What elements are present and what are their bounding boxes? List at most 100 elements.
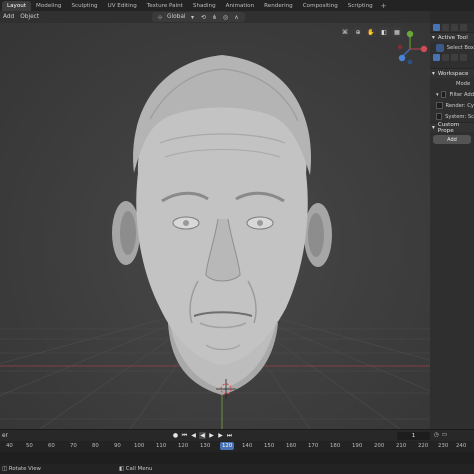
render-checkbox[interactable] [436, 102, 443, 109]
tab-sculpting[interactable]: Sculpting [66, 1, 102, 11]
mouse-right-icon: ◧ [118, 466, 125, 472]
viewport-navigation-tools: ⌘ ⊕ ✋ ◧ ▦ [340, 27, 402, 37]
select-mode-strip [430, 53, 474, 62]
prev-keyframe-icon[interactable]: ◀ [190, 432, 197, 439]
ruler-tick: 230 [438, 443, 449, 449]
select-box-row[interactable]: Select Box [430, 42, 474, 53]
camera-view-icon[interactable]: ◧ [379, 27, 389, 37]
filter-addons-row[interactable]: ▾ Filter Add [430, 89, 474, 100]
ruler-tick: 130 [200, 443, 211, 449]
tab-scripting[interactable]: Scripting [343, 1, 378, 11]
system-label: System: Sc [445, 113, 474, 120]
3d-viewport[interactable]: ⌘ ⊕ ✋ ◧ ▦ [0, 23, 430, 429]
transform-orientation-dropdown[interactable]: ⊹ Global ▾ ⟲ ⋔ ◎ ∧ [152, 12, 245, 22]
ruler-tick: 50 [26, 443, 33, 449]
add-property-button[interactable]: Add [433, 135, 471, 144]
chevron-down-icon: ▾ [432, 124, 435, 131]
next-keyframe-icon[interactable]: ▶ [217, 432, 224, 439]
filter-checkbox[interactable] [440, 91, 447, 98]
material-mode-icon[interactable] [451, 24, 458, 31]
playback-controls: ● ⏮ ◀ ◀ ▶ ▶ ⏭ [172, 432, 233, 439]
ruler-tick: 200 [374, 443, 385, 449]
timeline-ruler[interactable]: 40 50 60 70 80 90 100 110 120 130 120 14… [0, 441, 474, 452]
jump-start-icon[interactable]: ⏮ [181, 432, 188, 439]
system-row[interactable]: System: Sc [430, 111, 474, 122]
solid-mode-icon[interactable] [442, 24, 449, 31]
ruler-tick: 100 [134, 443, 145, 449]
select-subtract-icon[interactable] [451, 54, 458, 61]
custom-properties-title: Custom Prope [437, 121, 460, 134]
mode-row[interactable]: Mode [430, 78, 474, 89]
head-model[interactable] [112, 55, 332, 395]
tab-shading[interactable]: Shading [188, 1, 221, 11]
sidebar-mode-strip [430, 23, 474, 32]
custom-properties-header[interactable]: ▾ Custom Prope [430, 121, 474, 134]
timeline-area[interactable] [0, 452, 474, 464]
navigation-gizmo[interactable] [398, 29, 428, 69]
ruler-tick: 220 [418, 443, 429, 449]
tab-modeling[interactable]: Modeling [31, 1, 66, 11]
ruler-tick: 240 [456, 443, 467, 449]
tab-layout[interactable]: Layout [2, 0, 32, 11]
start-frame-icon[interactable]: ▭ [442, 432, 447, 438]
ruler-tick: 40 [6, 443, 13, 449]
current-frame-field[interactable]: 1 [397, 432, 430, 440]
render-row[interactable]: Render: Cy [430, 100, 474, 111]
tab-uv-editing[interactable]: UV Editing [103, 1, 142, 11]
orientation-icon: ⊹ [157, 13, 163, 21]
ruler-tick: 150 [264, 443, 275, 449]
zoom-icon[interactable]: ⊕ [353, 27, 363, 37]
menu-object[interactable]: Object [20, 14, 39, 20]
select-invert-icon[interactable] [460, 54, 467, 61]
status-call-menu-label: Call Menu [125, 466, 153, 472]
ruler-tick: 60 [48, 443, 55, 449]
chevron-down-icon: ▾ [432, 34, 435, 41]
status-call-menu: ◧ Call Menu [119, 466, 152, 472]
active-tool-header[interactable]: ▾ Active Tool [430, 32, 474, 42]
play-reverse-icon[interactable]: ◀ [199, 432, 206, 439]
ruler-tick: 170 [308, 443, 319, 449]
pivot-icon[interactable]: ⟲ [200, 13, 208, 21]
ruler-tick: 140 [242, 443, 253, 449]
tab-animation[interactable]: Animation [221, 1, 260, 11]
falloff-icon[interactable]: ∧ [233, 13, 241, 21]
workspace-header[interactable]: ▾ Workspace [430, 68, 474, 78]
ruler-current-frame[interactable]: 120 [220, 442, 235, 450]
frame-extra-icons: ◷ ▭ [434, 432, 447, 438]
record-icon[interactable]: ● [172, 432, 179, 439]
select-extend-icon[interactable] [442, 54, 449, 61]
view-mode-icon[interactable] [433, 24, 440, 31]
hand-icon[interactable]: ✋ [366, 27, 376, 37]
system-checkbox[interactable] [436, 113, 443, 120]
status-rotate-label: Rotate View [8, 466, 41, 472]
ruler-tick: 210 [396, 443, 407, 449]
ruler-tick: 90 [114, 443, 121, 449]
camera-icon[interactable]: ⌘ [340, 27, 350, 37]
add-workspace-button[interactable]: + [378, 2, 387, 10]
clock-icon[interactable]: ◷ [434, 432, 439, 438]
menu-add[interactable]: Add [3, 14, 14, 20]
snap-icon[interactable]: ⋔ [211, 13, 219, 21]
tab-texture-paint[interactable]: Texture Paint [142, 1, 188, 11]
ruler-tick: 180 [330, 443, 341, 449]
viewport-canvas [0, 55, 430, 429]
chevron-down-icon: ▾ [436, 91, 439, 98]
proportional-edit-icon[interactable]: ◎ [222, 13, 230, 21]
workspace-tab-bar: Layout Modeling Sculpting UV Editing Tex… [0, 0, 474, 11]
ruler-tick: 160 [286, 443, 297, 449]
status-bar: ◫ Rotate View ◧ Call Menu [0, 464, 474, 474]
render-mode-icon[interactable] [460, 24, 467, 31]
status-rotate-view: ◫ Rotate View [2, 466, 41, 472]
ruler-tick: 70 [70, 443, 77, 449]
chevron-down-icon: ▾ [190, 13, 194, 21]
render-label: Render: Cy [445, 102, 474, 109]
select-new-icon[interactable] [433, 54, 440, 61]
timeline-marker-menu[interactable]: er [0, 433, 8, 439]
chevron-down-icon: ▾ [432, 70, 435, 77]
ruler-tick: 80 [92, 443, 99, 449]
play-icon[interactable]: ▶ [208, 432, 215, 439]
tab-rendering[interactable]: Rendering [259, 1, 298, 11]
tab-compositing[interactable]: Compositing [298, 1, 343, 11]
jump-end-icon[interactable]: ⏭ [226, 432, 233, 439]
workspace-title: Workspace [437, 70, 469, 77]
